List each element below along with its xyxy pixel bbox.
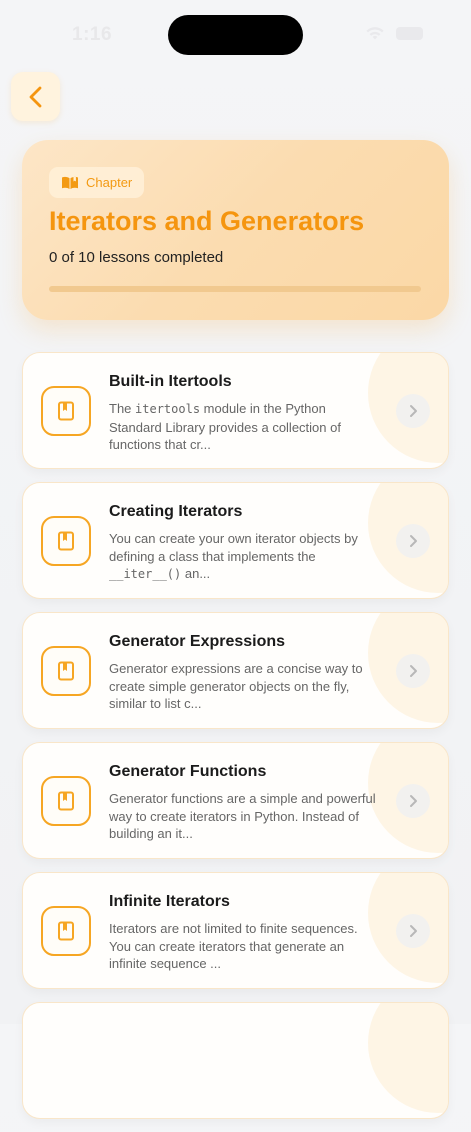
lesson-card[interactable]: Infinite Iterators Iterators are not lim…: [22, 872, 449, 989]
chapter-badge: Chapter: [49, 167, 145, 198]
lesson-card[interactable]: Built-in Itertools The itertools module …: [22, 352, 449, 469]
lesson-card[interactable]: Generator Functions Generator functions …: [22, 742, 449, 859]
lesson-open-button[interactable]: [396, 784, 430, 818]
battery-icon: [396, 27, 423, 40]
inline-code: __iter__(): [109, 567, 182, 581]
lesson-description: Iterators are not limited to finite sequ…: [109, 921, 358, 971]
lesson-title: Generator Expressions: [109, 633, 286, 650]
chapter-progress-text: 0 of 10 lessons completed: [49, 249, 224, 266]
lesson-open-button[interactable]: [396, 914, 430, 948]
chapter-progress-bar: [49, 286, 421, 292]
lesson-title: Generator Functions: [109, 763, 267, 780]
lesson-card[interactable]: Generator Expressions Generator expressi…: [22, 612, 449, 729]
lesson-icon-container: [41, 906, 91, 956]
lesson-title: Built-in Itertools: [109, 373, 232, 390]
lesson-list: Built-in Itertools The itertools module …: [22, 352, 449, 1132]
lesson-icon-container: [41, 386, 91, 436]
bookmark-book-icon: [58, 661, 74, 681]
wifi-icon: [366, 27, 384, 40]
lesson-icon-container: [41, 516, 91, 566]
bookmark-book-icon: [58, 401, 74, 421]
status-bar: 1:16: [0, 0, 471, 70]
lesson-open-button[interactable]: [396, 524, 430, 558]
bookmark-book-icon: [58, 531, 74, 551]
decorative-blob: [368, 1003, 448, 1113]
chevron-right-icon: [410, 795, 417, 807]
dynamic-island: [168, 15, 303, 55]
chevron-right-icon: [410, 925, 417, 937]
lesson-description: Generator expressions are a concise way …: [109, 661, 363, 711]
chevron-right-icon: [410, 405, 417, 417]
chapter-title: Iterators and Generators: [49, 206, 365, 236]
lesson-description: The itertools module in the Python Stand…: [109, 401, 341, 452]
lesson-icon-container: [41, 776, 91, 826]
lesson-open-button[interactable]: [396, 394, 430, 428]
chapter-header-card: Chapter Iterators and Generators 0 of 10…: [22, 140, 449, 320]
lesson-description: You can create your own iterator objects…: [109, 531, 358, 581]
lesson-card[interactable]: Creating Iterators You can create your o…: [22, 482, 449, 599]
lesson-icon-container: [41, 646, 91, 696]
lesson-title: Creating Iterators: [109, 503, 243, 520]
back-button[interactable]: [11, 72, 60, 121]
lesson-open-button[interactable]: [396, 654, 430, 688]
chevron-left-icon: [29, 86, 41, 107]
book-open-icon: [62, 176, 78, 189]
chapter-badge-label: Chapter: [86, 175, 133, 190]
lesson-card-partial[interactable]: [22, 1002, 449, 1119]
inline-code: itertools: [135, 402, 201, 416]
lesson-description: Generator functions are a simple and pow…: [109, 791, 376, 841]
chevron-right-icon: [410, 535, 417, 547]
lesson-title: Infinite Iterators: [109, 893, 230, 910]
bookmark-book-icon: [58, 921, 74, 941]
bookmark-book-icon: [58, 791, 74, 811]
status-time: 1:16: [72, 24, 113, 45]
chevron-right-icon: [410, 665, 417, 677]
